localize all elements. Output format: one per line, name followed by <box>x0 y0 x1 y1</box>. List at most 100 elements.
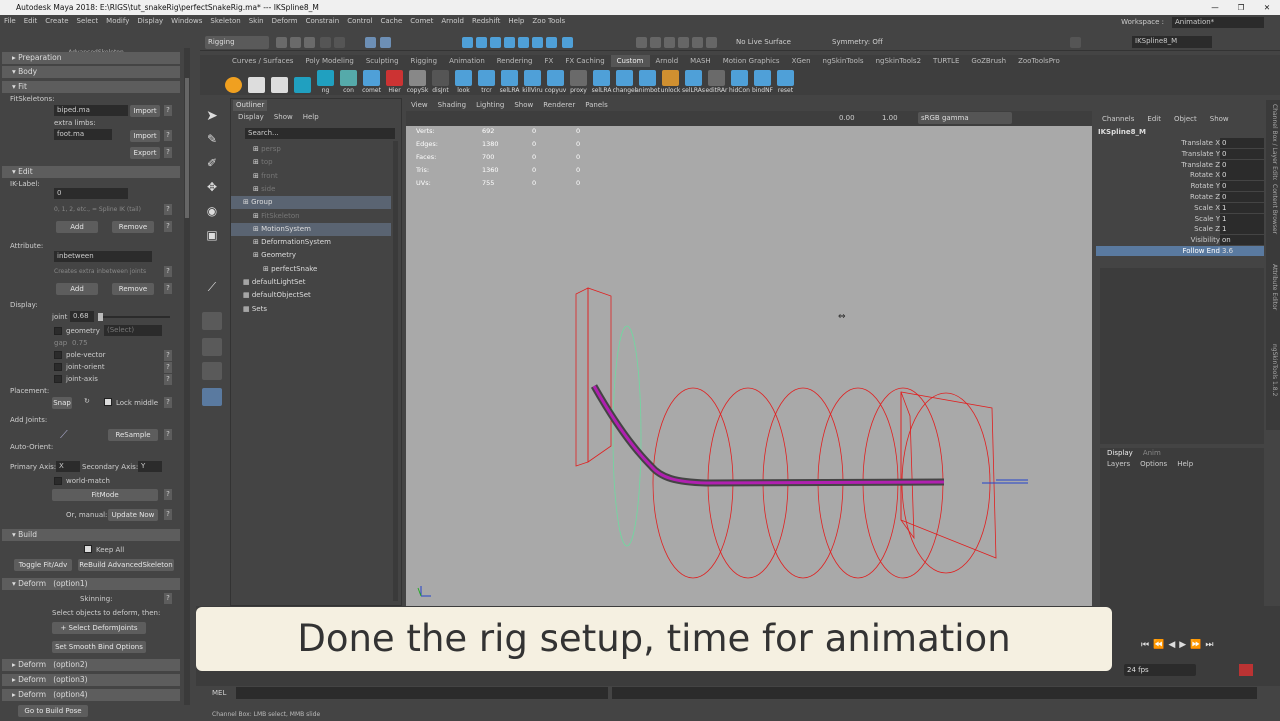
channel-value[interactable]: 0 <box>1220 159 1264 170</box>
shelf-tab[interactable]: Arnold <box>650 55 685 67</box>
outliner-layout-icon[interactable] <box>202 388 222 406</box>
save-scene-icon[interactable] <box>304 37 315 48</box>
fitmode-button[interactable]: FitMode <box>52 489 158 501</box>
shelf-tab[interactable]: ngSkinTools <box>817 55 870 67</box>
joint-axis-checkbox[interactable] <box>54 375 62 383</box>
outliner-item[interactable]: ▦ defaultLightSet <box>231 276 391 289</box>
viewport-panel[interactable]: View Shading Lighting Show Renderer Panels 0.… <box>406 100 1092 606</box>
shelf-tab[interactable]: TURTLE <box>927 55 965 67</box>
side-tab[interactable]: ngSkinTools 1.8.2 <box>1268 344 1278 420</box>
refresh-icon[interactable]: ↻ <box>84 397 90 405</box>
shelf-tab[interactable]: Rigging <box>405 55 444 67</box>
joint-size-field[interactable]: 0.68 <box>70 311 94 322</box>
joint-orient-checkbox[interactable] <box>54 363 62 371</box>
select-hierarchy-icon[interactable] <box>365 37 376 48</box>
channel-value[interactable]: 1 <box>1220 213 1264 224</box>
layer-menu-item[interactable]: Help <box>1177 460 1193 468</box>
pole-vector-checkbox[interactable] <box>54 351 62 359</box>
menu-help[interactable]: Help <box>508 17 524 25</box>
shelf-tab[interactable]: Sculpting <box>360 55 405 67</box>
rebuild-button[interactable]: ReBuild AdvancedSkeleton <box>78 559 174 571</box>
outliner-item[interactable]: ⊞ DeformationSystem <box>231 236 391 249</box>
paint-select-icon[interactable]: ✐ <box>202 156 222 174</box>
help-icon[interactable]: ? <box>164 221 172 232</box>
layer-menu-item[interactable]: Options <box>1140 460 1167 468</box>
channel-row[interactable]: Rotate Y0 <box>1096 181 1264 192</box>
channel-menu-item[interactable]: Edit <box>1147 115 1161 123</box>
channel-value[interactable]: 0 <box>1220 170 1264 181</box>
menu-constrain[interactable]: Constrain <box>306 17 340 25</box>
menu-display[interactable]: Display <box>137 17 163 25</box>
shelf-tab[interactable]: Poly Modeling <box>299 55 359 67</box>
shelf-button[interactable]: copySk <box>406 68 429 94</box>
construction-history-icon[interactable] <box>636 37 647 48</box>
deform-option4-section[interactable]: ▸ Deform (option4) <box>2 689 180 701</box>
command-input[interactable] <box>236 687 608 699</box>
move-tool-icon[interactable]: ✥ <box>202 180 222 198</box>
primary-axis-dropdown[interactable]: X <box>56 461 80 472</box>
go-to-start-icon[interactable]: ⏮ <box>1141 640 1149 650</box>
menu-file[interactable]: File <box>4 17 16 25</box>
help-icon[interactable]: ? <box>164 593 172 604</box>
colorspace-dropdown[interactable]: sRGB gamma <box>918 112 1012 124</box>
select-deform-joints-button[interactable]: + Select DeformJoints <box>52 622 146 634</box>
lock-camera-icon[interactable] <box>706 37 717 48</box>
menu-deform[interactable]: Deform <box>272 17 298 25</box>
new-scene-icon[interactable] <box>276 37 287 48</box>
geometry-checkbox[interactable] <box>54 327 62 335</box>
shelf-button[interactable]: bindNF <box>751 68 774 94</box>
side-tab[interactable]: Content Browser <box>1268 184 1278 260</box>
viewport-menu-item[interactable]: View <box>411 101 428 109</box>
shelf-tab[interactable]: Custom <box>610 55 650 67</box>
side-tab[interactable]: Attribute Editor <box>1268 264 1278 340</box>
snap-edge-icon[interactable] <box>546 37 557 48</box>
help-icon[interactable]: ? <box>164 374 172 385</box>
outliner-item[interactable]: ⊞ Geometry <box>231 249 391 262</box>
single-view-icon[interactable] <box>202 312 222 330</box>
add-attribute-button[interactable]: Add <box>56 283 98 295</box>
outliner-item[interactable]: ⊞ perfectSnake <box>231 263 391 276</box>
outliner-scrollbar[interactable] <box>393 141 398 601</box>
secondary-axis-dropdown[interactable]: Y <box>138 461 162 472</box>
help-icon[interactable]: ? <box>164 397 172 408</box>
outliner-item[interactable]: ⊞ top <box>231 156 391 169</box>
help-icon[interactable]: ? <box>164 266 172 277</box>
channel-value[interactable]: 0 <box>1220 138 1264 148</box>
outliner-search[interactable]: Search... <box>245 128 395 139</box>
extra-limbs-dropdown[interactable]: foot.ma <box>54 129 112 140</box>
exposure-field[interactable]: 0.00 <box>839 114 855 122</box>
shelf-tool-icon[interactable] <box>245 68 268 94</box>
keep-all-checkbox[interactable] <box>84 545 92 553</box>
shelf-button[interactable]: hidCon <box>728 68 751 94</box>
play-forward-icon[interactable]: ▶ <box>1179 640 1186 650</box>
snap-face-icon[interactable] <box>562 37 573 48</box>
help-icon[interactable]: ? <box>164 105 172 116</box>
symmetry-label[interactable]: Symmetry: Off <box>832 38 883 46</box>
fps-dropdown[interactable]: 24 fps <box>1124 664 1196 676</box>
close-icon[interactable]: ✕ <box>1254 0 1280 15</box>
lasso-tool-icon[interactable]: ✎ <box>202 132 222 150</box>
help-icon[interactable]: ? <box>164 130 172 141</box>
layer-tab[interactable]: Display <box>1107 449 1133 457</box>
shelf-button[interactable]: killViru <box>521 68 544 94</box>
import-button[interactable]: Import <box>130 105 160 117</box>
slider-handle[interactable] <box>98 313 103 321</box>
outliner-item[interactable]: ⊞ side <box>231 183 391 196</box>
help-icon[interactable]: ? <box>164 429 172 440</box>
menu-skin[interactable]: Skin <box>249 17 264 25</box>
shelf-button[interactable]: selLRAs <box>682 68 705 94</box>
shelf-tool-icon[interactable] <box>268 68 291 94</box>
shelf-button[interactable]: unlock <box>659 68 682 94</box>
shelf-button[interactable]: proxy <box>567 68 590 94</box>
joint-size-slider[interactable] <box>98 313 170 321</box>
menu-windows[interactable]: Windows <box>171 17 202 25</box>
channel-row[interactable]: Translate Y0 <box>1096 148 1264 159</box>
help-icon[interactable]: ? <box>164 489 172 500</box>
preparation-section[interactable]: ▸ Preparation <box>2 52 180 64</box>
outliner-item[interactable]: ▦ Sets <box>231 303 391 316</box>
snap-grid-icon[interactable] <box>462 37 473 48</box>
help-icon[interactable]: ? <box>164 509 172 520</box>
shelf-button[interactable]: ng <box>314 68 337 94</box>
help-icon[interactable]: ? <box>164 147 172 158</box>
shelf-tool-icon[interactable] <box>222 68 245 94</box>
